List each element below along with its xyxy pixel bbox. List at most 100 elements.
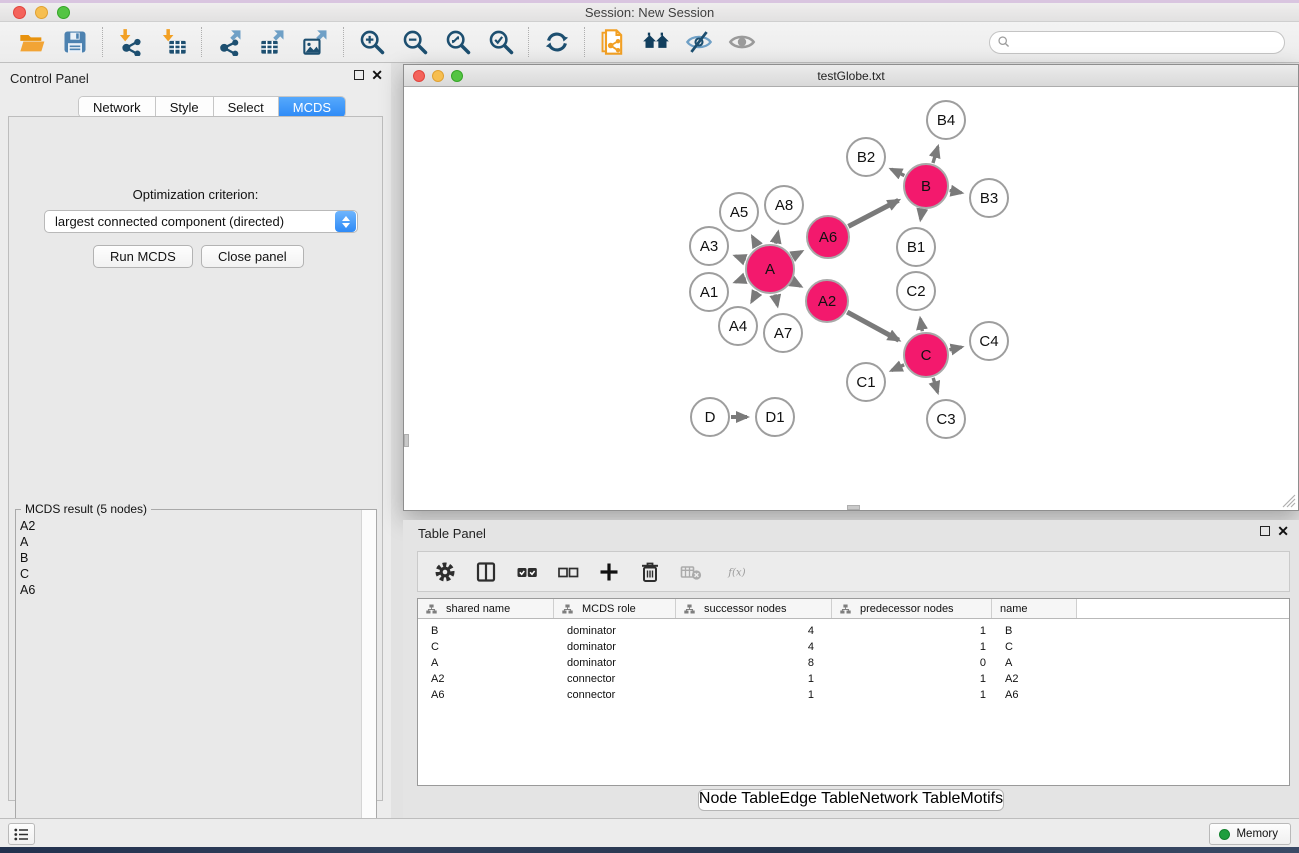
table-row[interactable]: A6connector11A6 — [418, 687, 1289, 703]
graph-node-C3[interactable]: C3 — [926, 399, 966, 439]
graph-node-A2[interactable]: A2 — [805, 279, 849, 323]
table-row[interactable]: Bdominator41B — [418, 623, 1289, 639]
search-input[interactable] — [1011, 33, 1284, 52]
memory-button[interactable]: Memory — [1209, 823, 1291, 845]
edge-A-A6[interactable] — [793, 251, 802, 256]
network-canvas[interactable]: B4B2BB3A8A5A6A3B1AC2A1A2A4A7C4CC1DD1C3 — [404, 87, 1298, 510]
task-history-button[interactable] — [8, 823, 35, 845]
edge-B-B2[interactable] — [891, 169, 904, 175]
column-header-predecessor-nodes[interactable]: predecessor nodes — [832, 599, 992, 618]
edge-A-A3[interactable] — [735, 256, 745, 260]
float-table-panel-icon[interactable] — [1260, 526, 1270, 536]
edge-A-A4[interactable] — [752, 292, 758, 302]
hide-graphics-button[interactable] — [677, 24, 720, 60]
graph-node-A5[interactable]: A5 — [719, 192, 759, 232]
delete-table-button[interactable] — [678, 558, 704, 586]
delete-column-button[interactable] — [637, 558, 663, 586]
result-scrollbar[interactable] — [361, 510, 376, 848]
resize-grip[interactable] — [1282, 494, 1296, 508]
graph-node-B2[interactable]: B2 — [846, 137, 886, 177]
graph-node-C[interactable]: C — [903, 332, 949, 378]
zoom-selected-button[interactable] — [479, 24, 522, 60]
node-table[interactable]: shared nameMCDS rolesuccessor nodesprede… — [417, 598, 1290, 786]
vertical-scroll-thumb[interactable] — [404, 434, 409, 447]
network-from-file-button[interactable] — [591, 24, 634, 60]
edge-C-C1[interactable] — [892, 365, 905, 371]
column-header-mcds-role[interactable]: MCDS role — [554, 599, 676, 618]
column-header-name[interactable]: name — [992, 599, 1077, 618]
horizontal-scroll-thumb[interactable] — [847, 505, 860, 510]
graph-node-A4[interactable]: A4 — [718, 306, 758, 346]
edge-C-C2[interactable] — [920, 319, 922, 332]
edge-A-A5[interactable] — [752, 237, 757, 247]
home-button[interactable] — [634, 24, 677, 60]
graph-node-C1[interactable]: C1 — [846, 362, 886, 402]
float-panel-icon[interactable] — [354, 70, 364, 80]
mcds-result-item[interactable]: A — [20, 534, 358, 550]
save-session-button[interactable] — [53, 24, 96, 60]
edge-A-A7[interactable] — [775, 294, 777, 305]
zoom-fit-button[interactable] — [436, 24, 479, 60]
graph-node-B4[interactable]: B4 — [926, 100, 966, 140]
add-column-button[interactable] — [596, 558, 622, 586]
select-all-button[interactable] — [514, 558, 540, 586]
criterion-dropdown[interactable]: largest connected component (directed) — [44, 210, 358, 233]
export-image-button[interactable] — [294, 24, 337, 60]
table-tab-node-table[interactable]: Node Table — [699, 790, 780, 810]
edge-B-B1[interactable] — [921, 210, 923, 220]
zoom-out-button[interactable] — [393, 24, 436, 60]
search-field[interactable] — [989, 31, 1285, 54]
show-columns-button[interactable] — [473, 558, 499, 586]
zoom-in-button[interactable] — [350, 24, 393, 60]
open-session-button[interactable] — [10, 24, 53, 60]
edge-A6-B[interactable] — [848, 200, 898, 226]
graph-node-C4[interactable]: C4 — [969, 321, 1009, 361]
graph-node-A1[interactable]: A1 — [689, 272, 729, 312]
run-mcds-button[interactable]: Run MCDS — [93, 245, 193, 268]
tab-select[interactable]: Select — [214, 97, 279, 117]
export-network-button[interactable] — [208, 24, 251, 60]
mcds-result-item[interactable]: A2 — [20, 518, 358, 534]
edge-B-B4[interactable] — [933, 147, 938, 163]
close-table-panel-icon[interactable]: ✕ — [1277, 526, 1289, 536]
column-header-shared-name[interactable]: shared name — [418, 599, 554, 618]
table-settings-button[interactable] — [432, 558, 458, 586]
deselect-all-button[interactable] — [555, 558, 581, 586]
table-row[interactable]: Cdominator41C — [418, 639, 1289, 655]
mcds-result-item[interactable]: C — [20, 566, 358, 582]
mcds-result-list[interactable]: A2ABCA6 — [20, 518, 358, 844]
tab-style[interactable]: Style — [156, 97, 214, 117]
table-row[interactable]: Adominator80A — [418, 655, 1289, 671]
tab-mcds[interactable]: MCDS — [279, 97, 345, 117]
mcds-result-item[interactable]: B — [20, 550, 358, 566]
graph-node-D[interactable]: D — [690, 397, 730, 437]
import-network-button[interactable] — [109, 24, 152, 60]
graph-node-B1[interactable]: B1 — [896, 227, 936, 267]
close-panel-button[interactable]: Close panel — [201, 245, 304, 268]
graph-node-B[interactable]: B — [903, 163, 949, 209]
apply-function-button[interactable]: f(x) — [719, 558, 759, 586]
show-graphics-button[interactable] — [720, 24, 763, 60]
edge-A-A1[interactable] — [735, 278, 745, 282]
graph-node-A3[interactable]: A3 — [689, 226, 729, 266]
edge-C-C4[interactable] — [949, 347, 961, 350]
graph-node-C2[interactable]: C2 — [896, 271, 936, 311]
edge-A-A8[interactable] — [776, 232, 778, 243]
edge-C-C3[interactable] — [933, 378, 937, 392]
refresh-button[interactable] — [535, 24, 578, 60]
export-table-button[interactable] — [251, 24, 294, 60]
table-tab-network-table[interactable]: Network Table — [859, 790, 960, 810]
graph-node-D1[interactable]: D1 — [755, 397, 795, 437]
graph-node-A6[interactable]: A6 — [806, 215, 850, 259]
table-tab-edge-table[interactable]: Edge Table — [780, 790, 860, 810]
graph-node-A7[interactable]: A7 — [763, 313, 803, 353]
mcds-result-item[interactable]: A6 — [20, 582, 358, 598]
edge-B-B3[interactable] — [950, 190, 962, 192]
close-panel-icon[interactable]: ✕ — [371, 70, 383, 80]
graph-node-B3[interactable]: B3 — [969, 178, 1009, 218]
edge-A-A2[interactable] — [793, 282, 801, 287]
table-row[interactable]: A2connector11A2 — [418, 671, 1289, 687]
import-table-button[interactable] — [152, 24, 195, 60]
edge-A2-C[interactable] — [847, 312, 899, 340]
tab-network[interactable]: Network — [79, 97, 156, 117]
